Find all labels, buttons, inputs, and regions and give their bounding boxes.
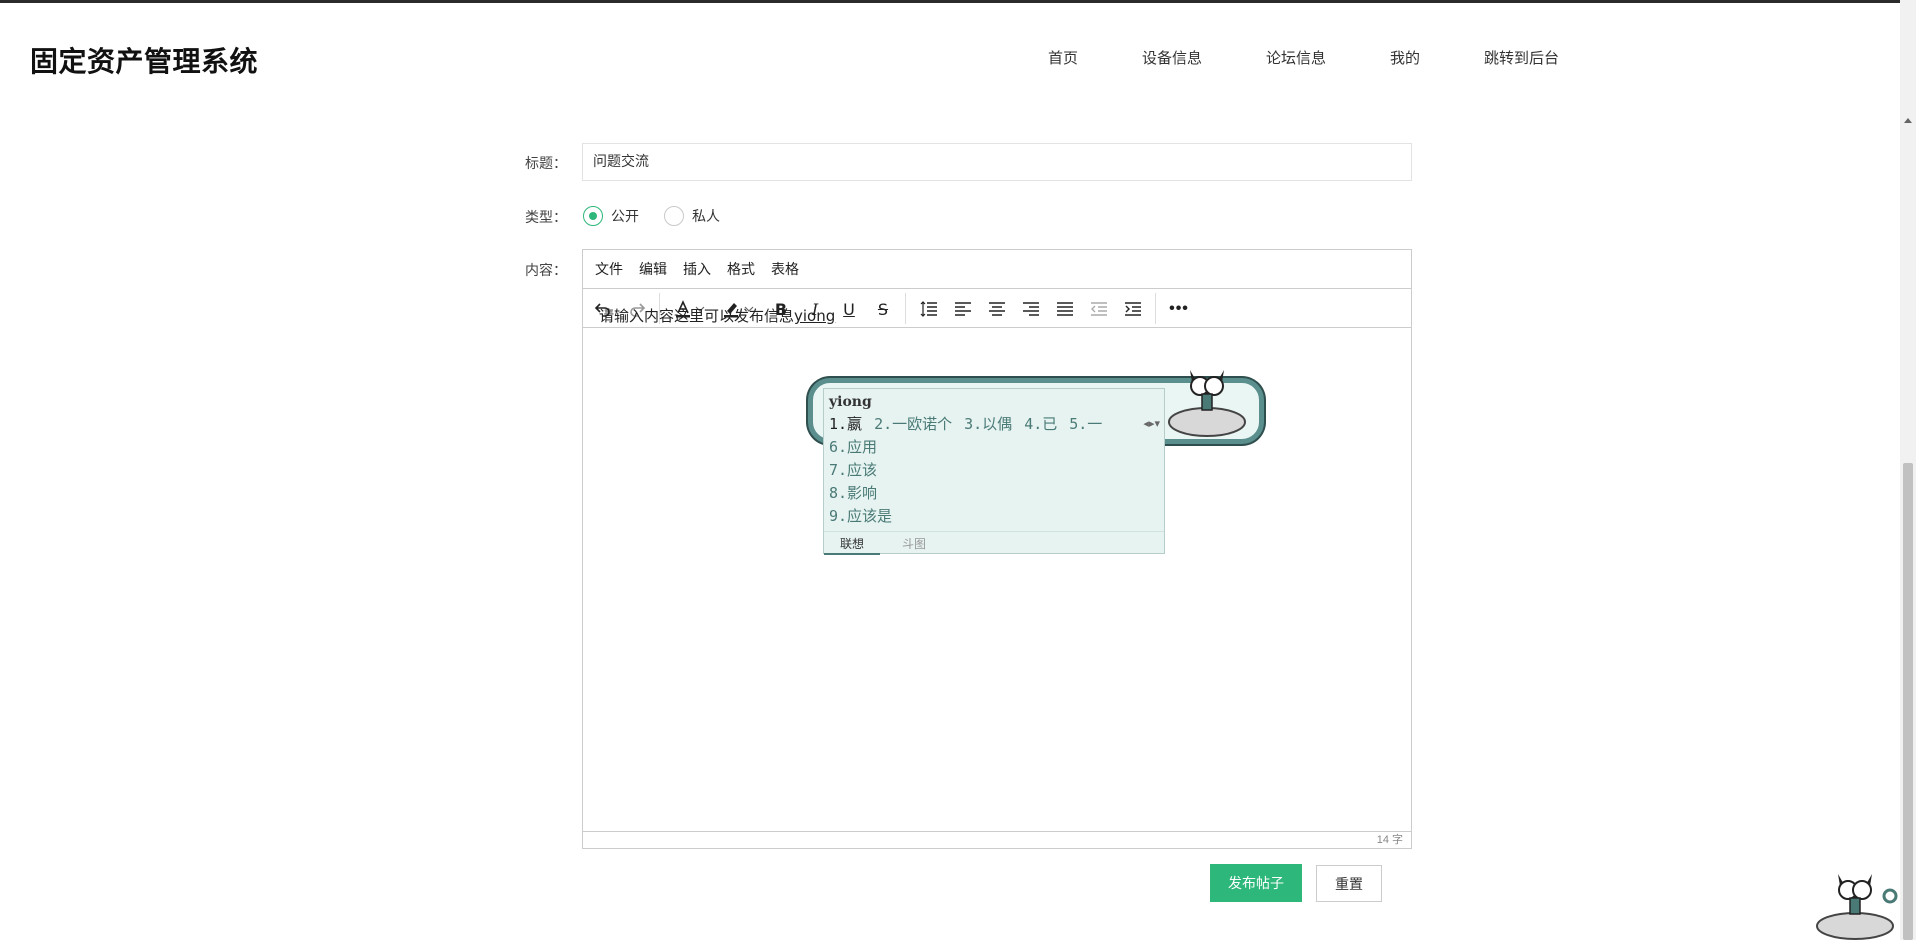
radio-private[interactable]: 私人	[664, 205, 720, 227]
radio-checked-icon	[583, 206, 603, 226]
ime-candidate[interactable]: 2.一欧诺个	[874, 415, 952, 433]
ime-candidate[interactable]: 8.影响	[829, 482, 892, 505]
window-top-border	[0, 0, 1916, 3]
type-label: 类型：	[525, 210, 567, 226]
title-label: 标题：	[525, 156, 567, 172]
menu-file[interactable]: 文件	[595, 259, 623, 279]
nav-mine[interactable]: 我的	[1390, 47, 1420, 68]
nav-forum-info[interactable]: 论坛信息	[1266, 47, 1326, 68]
menu-table[interactable]: 表格	[771, 259, 799, 279]
title-input[interactable]: 问题交流	[582, 143, 1412, 181]
reset-button[interactable]: 重置	[1316, 865, 1382, 902]
ime-candidate[interactable]: 5.一	[1069, 415, 1102, 433]
ime-tabs: 联想 斗图	[824, 531, 1164, 555]
menu-insert[interactable]: 插入	[683, 259, 711, 279]
menu-format[interactable]: 格式	[727, 259, 755, 279]
ime-candidate-list: 6.应用 7.应该 8.影响 9.应该是	[829, 436, 892, 528]
word-count: 14 字	[583, 831, 1411, 848]
radio-public-label: 公开	[611, 209, 639, 225]
editor-composing-text: yiong	[794, 307, 836, 325]
nav-home[interactable]: 首页	[1048, 47, 1078, 68]
radio-unchecked-icon	[664, 206, 684, 226]
radio-public[interactable]: 公开	[583, 205, 639, 227]
ime-candidate-window: yiong 1.嬴 2.一欧诺个 3.以偶 4.已 5.一 ◂▸▾ 6.应用 7.应该 …	[823, 388, 1165, 555]
ime-candidate[interactable]: 1.嬴	[829, 415, 862, 433]
ime-candidate[interactable]: 9.应该是	[829, 505, 892, 528]
ime-tab-sticker[interactable]: 斗图	[902, 535, 926, 552]
ime-pinyin: yiong	[829, 394, 872, 410]
ime-mascot-icon	[1168, 370, 1246, 437]
content-label: 内容：	[525, 263, 567, 279]
radio-private-label: 私人	[692, 209, 720, 225]
menu-edit[interactable]: 编辑	[639, 259, 667, 279]
editor-text: 请输入内容这里可以发布信息	[599, 307, 795, 325]
editor-menubar: 文件 编辑 插入 格式 表格	[583, 250, 1411, 289]
ime-candidate[interactable]: 4.已	[1024, 415, 1057, 433]
scroll-up-arrow-icon[interactable]	[1904, 118, 1912, 123]
ime-candidate[interactable]: 3.以偶	[964, 415, 1012, 433]
ime-candidate[interactable]: 6.应用	[829, 436, 892, 459]
ime-page-arrows-icon[interactable]: ◂▸▾	[1143, 417, 1160, 430]
ime-candidate[interactable]: 7.应该	[829, 459, 892, 482]
page-scrollbar[interactable]	[1900, 0, 1916, 940]
top-nav: 首页 设备信息 论坛信息 我的 跳转到后台	[0, 47, 1600, 67]
ime-candidate-row: 1.嬴 2.一欧诺个 3.以偶 4.已 5.一	[829, 413, 1114, 434]
editor-content[interactable]: 请输入内容这里可以发布信息yiong	[599, 305, 1395, 326]
nav-device-info[interactable]: 设备信息	[1142, 47, 1202, 68]
scrollbar-thumb[interactable]	[1903, 463, 1913, 940]
ime-tab-suggest[interactable]: 联想	[824, 535, 881, 555]
nav-go-admin[interactable]: 跳转到后台	[1484, 47, 1559, 68]
submit-post-button[interactable]: 发布帖子	[1210, 864, 1302, 902]
floating-mascot-icon[interactable]	[1810, 868, 1900, 940]
